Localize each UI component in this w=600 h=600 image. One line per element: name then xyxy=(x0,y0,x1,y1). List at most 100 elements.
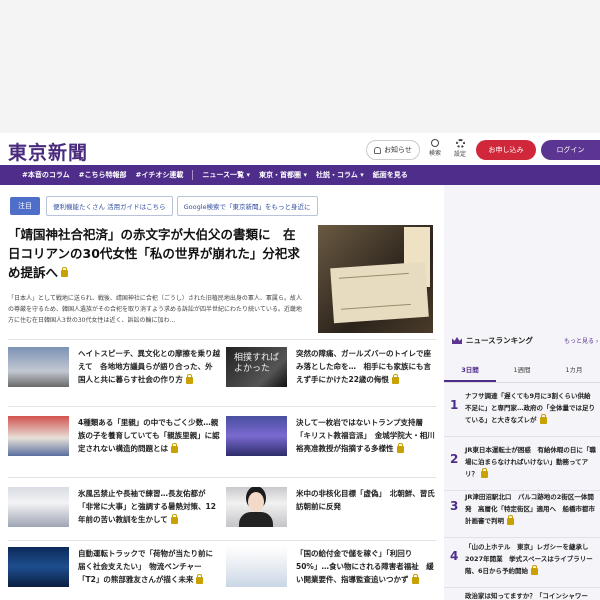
nav-item-paper-view[interactable]: 紙面を見る xyxy=(373,170,408,180)
ranking-tabs: 3日間 1週間 1カ月 xyxy=(444,357,600,383)
notice-bar: 注目 便利機能たくさん 活用ガイドはこちら Google検索で「東京新聞」をもっ… xyxy=(10,196,322,216)
lock-icon xyxy=(531,564,539,575)
story-title-text: 4種類ある「里親」の中でもごく少数…親族の子を養育していても「親族里親」に認定さ… xyxy=(78,418,220,453)
nav-item-editorial[interactable]: 社説・コラム ▾ xyxy=(316,170,364,180)
nav-item-news-list[interactable]: ニュース一覧 ▾ xyxy=(202,170,250,180)
search-button[interactable]: 検索 xyxy=(423,137,447,157)
story-card[interactable]: 4種類ある「里親」の中でもごく少数…親族の子を養育していても「親族里親」に認定さ… xyxy=(8,416,220,464)
nav-item-honne-column[interactable]: #本音のコラム xyxy=(22,170,70,180)
story-title: 決して一枚岩ではないトランプ支持層「キリスト教福音派」 金城学院大・相川裕亮准教… xyxy=(296,416,438,455)
ranking-title-text: ニュースランキング xyxy=(466,336,533,345)
lock-icon xyxy=(411,573,419,584)
divider xyxy=(8,477,436,478)
divider xyxy=(8,540,436,541)
bell-icon xyxy=(374,146,382,154)
ranking-title: ニュースランキング xyxy=(452,335,533,346)
story-thumbnail xyxy=(226,416,287,456)
ranking-item[interactable]: 1 ナフサ調達「遅くても9月に3割くらい供給不足に」と専門家…政府の「全体量では… xyxy=(444,384,600,437)
person-shape xyxy=(248,492,264,512)
ranking-item[interactable]: 4 「山の上ホテル 東京」レガシーを継承し2027年開業 挙式スペースはライブラ… xyxy=(444,535,600,588)
divider xyxy=(8,406,436,407)
tab-1week[interactable]: 1週間 xyxy=(496,357,548,382)
divider xyxy=(8,339,436,340)
ranking-title: JR津田沼駅北口 パルコ跡地の2街区一体開発 高層化「特定街区」適用へ 船橋市都… xyxy=(465,491,597,527)
gear-icon xyxy=(455,139,465,148)
ranking-item[interactable]: 3 JR津田沼駅北口 パルコ跡地の2街区一体開発 高層化「特定街区」適用へ 船橋… xyxy=(444,485,600,538)
notification-button[interactable]: お知らせ xyxy=(366,140,420,160)
lead-photo[interactable] xyxy=(318,225,433,333)
notice-badge: 注目 xyxy=(10,197,40,215)
story-title: 氷風呂禁止や長袖で練習…長友佑都が「非常に大事」と強調する暑熱対策、12年前の苦… xyxy=(78,487,220,526)
main-content: 注目 便利機能たくさん 活用ガイドはこちら Google検索で「東京新聞」をもっ… xyxy=(0,185,444,600)
tab-3days[interactable]: 3日間 xyxy=(444,357,496,382)
notice-link-guide[interactable]: 便利機能たくさん 活用ガイドはこちら xyxy=(46,196,173,216)
story-title-text: ヘイトスピーチ、異文化との摩擦を乗り越えて 各地地方議員らが語り合った、外国人と… xyxy=(78,349,220,384)
lock-icon xyxy=(396,442,404,453)
ranking-number: 1 xyxy=(450,398,459,412)
story-card[interactable]: 米中の非核化目標「虚偽」 北朝鮮、習氏訪朝前に反発 xyxy=(226,487,436,535)
lead-headline-text: 「靖国神社合祀済」の赤文字が大伯父の書類に 在日コリアンの30代女性「私の世界が… xyxy=(8,227,300,280)
story-title: 4種類ある「里親」の中でもごく少数…親族の子を養育していても「親族里親」に認定さ… xyxy=(78,416,220,455)
ranking-number: 3 xyxy=(450,499,459,513)
story-title: 突然の障痛、ガールズバーのトイレで座み落とした命を… 相手にも家族にも言えず手に… xyxy=(296,347,438,386)
main-nav: #本音のコラム #こちら特報部 #イチオシ連載 ニュース一覧 ▾ 東京・首都圏 … xyxy=(0,165,600,185)
site-logo[interactable]: 東京新聞 xyxy=(8,138,88,165)
ranking-sidebar: ニュースランキング もっと見る › 3日間 1週間 1カ月 1 ナフサ調達「遅く… xyxy=(444,185,600,600)
story-title: ヘイトスピーチ、異文化との摩擦を乗り越えて 各地地方議員らが語り合った、外国人と… xyxy=(78,347,220,386)
ranking-item[interactable]: 政治家は知ってますか？「コインシャワー xyxy=(465,590,597,600)
ranking-more-link[interactable]: もっと見る › xyxy=(564,336,598,345)
story-thumbnail xyxy=(8,347,69,387)
lead-summary: 「日本人」として戦地に送られ、戦後、靖国神社に合祀（ごうし）された旧植民地出身の… xyxy=(8,295,302,324)
ranking-title-text: 政治家は知ってますか？「コインシャワー xyxy=(465,592,588,600)
story-thumbnail: 相撲すれば よかった xyxy=(226,347,287,387)
notice-link-google[interactable]: Google検索で「東京新聞」をもっと身近に xyxy=(176,196,318,216)
story-card[interactable]: ヘイトスピーチ、異文化との摩擦を乗り越えて 各地地方議員らが語り合った、外国人と… xyxy=(8,347,220,395)
notification-label: お知らせ xyxy=(384,146,412,154)
tab-1month[interactable]: 1カ月 xyxy=(548,357,600,382)
story-title: 米中の非核化目標「虚偽」 北朝鮮、習氏訪朝前に反発 xyxy=(296,489,435,511)
settings-label: 設定 xyxy=(453,151,466,158)
story-card[interactable]: 氷風呂禁止や長袖で練習…長友佑都が「非常に大事」と強調する暑熱対策、12年前の苦… xyxy=(8,487,218,535)
nav-item-ichioshi-rensai[interactable]: #イチオシ連載 xyxy=(136,170,184,180)
lock-icon xyxy=(539,413,547,424)
lead-headline[interactable]: 「靖国神社合祀済」の赤文字が大伯父の書類に 在日コリアンの30代女性「私の世界が… xyxy=(8,225,305,282)
ranking-number: 4 xyxy=(450,549,459,563)
lock-icon xyxy=(481,467,488,478)
nav-item-tokyo[interactable]: 東京・首都圏 ▾ xyxy=(259,170,307,180)
crown-icon xyxy=(452,337,462,344)
lock-icon xyxy=(171,442,178,453)
story-card[interactable]: 「国の給付金で儲を稼ぐ」「利回り50%」…食い物にされる障害者福祉 緩い開業要件… xyxy=(226,547,436,595)
story-thumbnail xyxy=(8,487,69,527)
story-title: 自動運転トラックで「荷物が当たり前に届く社会支えたい」 物流ベンチャー「T2」の… xyxy=(78,547,220,586)
ranking-item[interactable]: 2 JR東日本運転士が困惑 有給休暇の日に「職場に泊まらなければいけない」勤務っ… xyxy=(444,438,600,491)
story-title-text: 氷風呂禁止や長袖で練習…長友佑都が「非常に大事」と強調する暑熱対策、12年前の苦… xyxy=(78,489,216,524)
lock-icon xyxy=(185,373,193,384)
story-thumbnail xyxy=(8,416,69,456)
story-card[interactable]: 相撲すれば よかった 突然の障痛、ガールズバーのトイレで座み落とした命を… 相手… xyxy=(226,347,436,395)
story-title-text: 突然の障痛、ガールズバーのトイレで座み落とした命を… 相手にも家族にも言えず手に… xyxy=(296,349,431,384)
story-card[interactable]: 決して一枚岩ではないトランプ支持層「キリスト教福音派」 金城学院大・相川裕亮准教… xyxy=(226,416,436,464)
search-icon xyxy=(431,139,439,147)
lock-icon xyxy=(196,573,204,584)
story-thumbnail xyxy=(226,487,287,527)
lock-icon xyxy=(61,267,69,277)
ranking-title-text: JR津田沼駅北口 パルコ跡地の2街区一体開発 高層化「特定街区」適用へ 船橋市都… xyxy=(465,493,595,525)
nav-divider xyxy=(192,170,194,180)
masthead: 東京新聞 お知らせ 検索 設定 お申し込み ログイン xyxy=(0,133,600,164)
advertisement-space xyxy=(0,0,600,133)
settings-button[interactable]: 設定 xyxy=(448,137,472,158)
story-title: 「国の給付金で儲を稼ぐ」「利回り50%」…食い物にされる障害者福祉 緩い開業要件… xyxy=(296,547,438,586)
story-title-text: 自動運転トラックで「荷物が当たり前に届く社会支えたい」 物流ベンチャー「T2」の… xyxy=(78,549,213,584)
ranking-title: JR東日本運転士が困惑 有給休暇の日に「職場に泊まらなければいけない」勤務ってア… xyxy=(465,444,597,480)
search-label: 検索 xyxy=(428,150,441,157)
ranking-title-text: ナフサ調達「遅くても9月に3割くらい供給不足に」と専門家…政府の「全体量では足り… xyxy=(465,392,595,424)
ranking-number: 2 xyxy=(450,452,459,466)
person-body-shape xyxy=(239,512,273,527)
lock-icon xyxy=(507,514,514,525)
story-card[interactable]: 自動運転トラックで「荷物が当たり前に届く社会支えたい」 物流ベンチャー「T2」の… xyxy=(8,547,218,595)
subscribe-button[interactable]: お申し込み xyxy=(476,140,536,160)
nav-item-kochira-tokuhoubu[interactable]: #こちら特報部 xyxy=(79,170,127,180)
login-button[interactable]: ログイン xyxy=(541,140,600,160)
story-thumbnail xyxy=(8,547,69,587)
lock-icon xyxy=(170,513,178,524)
